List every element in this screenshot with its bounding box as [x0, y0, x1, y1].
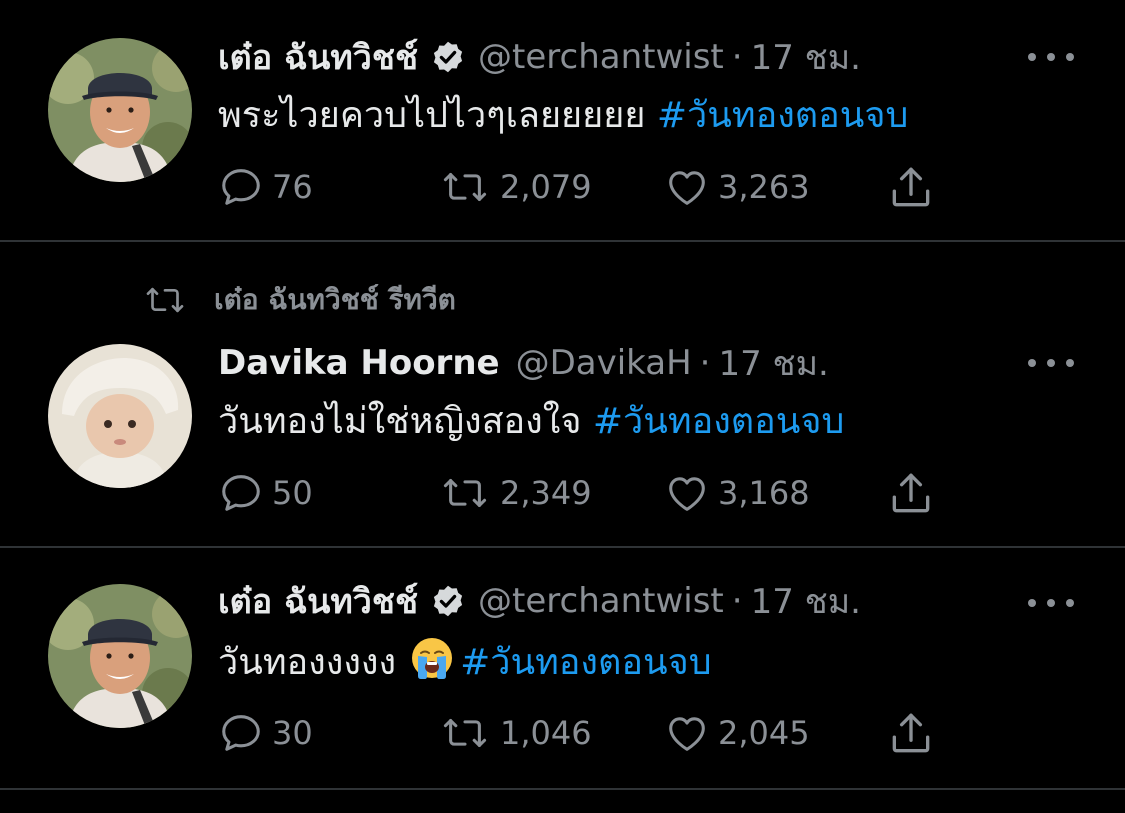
- tweet-header: เต๋อ ฉันทวิชช์ @terchantwist · 17 ชม.: [218, 32, 861, 82]
- reply-button[interactable]: 30: [218, 708, 313, 758]
- retweet-count: 1,046: [500, 714, 592, 752]
- share-icon: [886, 708, 936, 758]
- hashtag-link[interactable]: #วันทองตอนจบ: [657, 95, 908, 136]
- like-icon: [664, 710, 710, 756]
- retweet-icon: [140, 280, 190, 320]
- retweet-button[interactable]: 2,349: [438, 468, 592, 518]
- more-icon[interactable]: [1028, 588, 1074, 618]
- like-count: 3,168: [718, 474, 810, 512]
- share-button[interactable]: [886, 162, 936, 212]
- share-icon: [886, 162, 936, 212]
- like-count: 3,263: [718, 168, 810, 206]
- reply-icon: [218, 710, 264, 756]
- retweet-count: 2,349: [500, 474, 592, 512]
- retweet-icon: [438, 470, 492, 516]
- tweet-actions: 30 1,046 2,045: [218, 708, 978, 758]
- tweet[interactable]: เต๋อ ฉันทวิชช์ @terchantwist · 17 ชม. วั…: [0, 548, 1125, 788]
- hashtag-link[interactable]: #วันทองตอนจบ: [593, 401, 844, 442]
- loudly-crying-face-icon: [410, 636, 454, 680]
- username-handle[interactable]: @DavikaH: [516, 343, 692, 383]
- tweet-text-content: พระไวยควบไปไวๆเลยยยยย: [218, 95, 657, 136]
- avatar-image: [48, 584, 192, 728]
- tweet[interactable]: เต๋อ ฉันทวิชช์ รีทวีต Davika Hoorne @Dav…: [0, 242, 1125, 546]
- divider: [0, 788, 1125, 790]
- tweet-actions: 76 2,079 3,263: [218, 162, 978, 212]
- retweet-icon: [438, 710, 492, 756]
- tweet-actions: 50 2,349 3,168: [218, 468, 978, 518]
- tweet-text: พระไวยควบไปไวๆเลยยยยย #วันทองตอนจบ: [218, 90, 908, 142]
- display-name[interactable]: เต๋อ ฉันทวิชช์: [218, 574, 418, 628]
- avatar[interactable]: [48, 584, 192, 728]
- reply-count: 76: [272, 168, 313, 206]
- share-icon: [886, 468, 936, 518]
- retweeted-by-label: เต๋อ ฉันทวิชช์ รีทวีต: [140, 280, 456, 320]
- reply-button[interactable]: 76: [218, 162, 313, 212]
- tweet-header: Davika Hoorne @DavikaH · 17 ชม.: [218, 338, 829, 388]
- like-button[interactable]: 3,168: [664, 468, 810, 518]
- display-name[interactable]: เต๋อ ฉันทวิชช์: [218, 30, 418, 84]
- separator-dot: ·: [699, 343, 711, 383]
- separator-dot: ·: [731, 581, 743, 621]
- verified-badge-icon: [430, 583, 466, 619]
- tweet-header: เต๋อ ฉันทวิชช์ @terchantwist · 17 ชม.: [218, 576, 861, 626]
- avatar-image: [48, 38, 192, 182]
- reply-count: 30: [272, 714, 313, 752]
- retweet-count: 2,079: [500, 168, 592, 206]
- share-button[interactable]: [886, 708, 936, 758]
- display-name[interactable]: Davika Hoorne: [218, 343, 500, 383]
- separator-dot: ·: [731, 37, 743, 77]
- retweeted-by-text[interactable]: เต๋อ ฉันทวิชช์ รีทวีต: [214, 278, 456, 322]
- like-icon: [664, 470, 710, 516]
- tweet-text-content: วันทองไม่ใช่หญิงสองใจ: [218, 401, 593, 442]
- tweet-text: วันทองไม่ใช่หญิงสองใจ #วันทองตอนจบ: [218, 396, 844, 448]
- timestamp[interactable]: 17 ชม.: [751, 574, 861, 628]
- reply-icon: [218, 164, 264, 210]
- share-button[interactable]: [886, 468, 936, 518]
- username-handle[interactable]: @terchantwist: [478, 581, 724, 621]
- username-handle[interactable]: @terchantwist: [478, 37, 724, 77]
- retweet-button[interactable]: 2,079: [438, 162, 592, 212]
- timeline: เต๋อ ฉันทวิชช์ @terchantwist · 17 ชม. พร…: [0, 0, 1125, 813]
- timestamp[interactable]: 17 ชม.: [751, 30, 861, 84]
- tweet-text-content: วันทองงงงง: [218, 642, 397, 683]
- like-icon: [664, 164, 710, 210]
- retweet-button[interactable]: 1,046: [438, 708, 592, 758]
- timestamp[interactable]: 17 ชม.: [718, 336, 828, 390]
- hashtag-link[interactable]: #วันทองตอนจบ: [460, 642, 711, 683]
- avatar[interactable]: [48, 38, 192, 182]
- avatar-image: [48, 344, 192, 488]
- reply-icon: [218, 470, 264, 516]
- avatar[interactable]: [48, 344, 192, 488]
- tweet-text: วันทองงงงง #วันทองตอนจบ: [218, 636, 712, 688]
- like-count: 2,045: [718, 714, 810, 752]
- verified-badge-icon: [430, 39, 466, 75]
- reply-count: 50: [272, 474, 313, 512]
- more-icon[interactable]: [1028, 348, 1074, 378]
- reply-button[interactable]: 50: [218, 468, 313, 518]
- like-button[interactable]: 2,045: [664, 708, 810, 758]
- like-button[interactable]: 3,263: [664, 162, 810, 212]
- tweet[interactable]: เต๋อ ฉันทวิชช์ @terchantwist · 17 ชม. พร…: [0, 0, 1125, 240]
- more-icon[interactable]: [1028, 42, 1074, 72]
- retweet-icon: [438, 164, 492, 210]
